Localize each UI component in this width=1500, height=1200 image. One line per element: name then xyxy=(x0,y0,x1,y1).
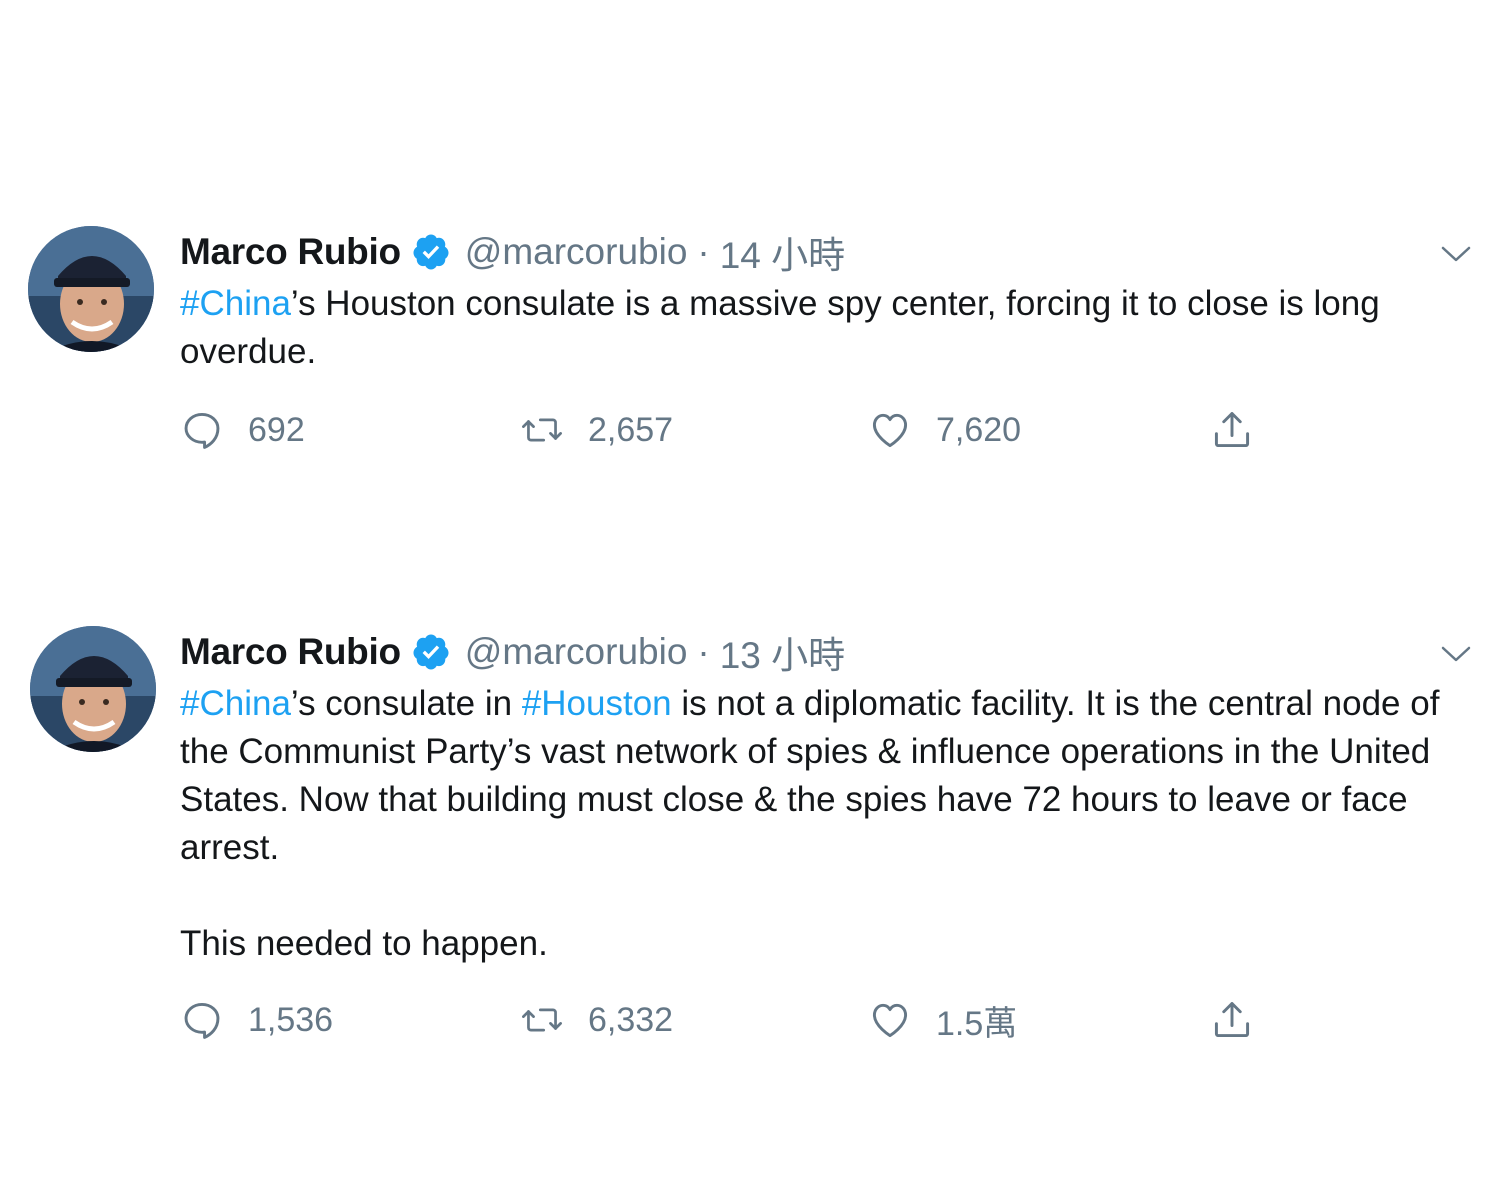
verified-badge-icon xyxy=(411,232,451,272)
reply-button[interactable]: 1,536 xyxy=(180,995,333,1045)
profile-photo-icon xyxy=(28,226,154,352)
share-icon xyxy=(1210,408,1254,452)
hashtag-link[interactable]: #Houston xyxy=(522,684,672,723)
tweet-text-segment: ’s consulate in xyxy=(290,684,522,723)
reply-count: 692 xyxy=(248,410,305,449)
retweet-button[interactable]: 6,332 xyxy=(520,995,673,1045)
retweet-count: 2,657 xyxy=(588,410,674,449)
avatar[interactable] xyxy=(28,226,154,352)
hashtag-link[interactable]: #China xyxy=(180,284,291,323)
reply-button[interactable]: 692 xyxy=(180,405,305,455)
timestamp[interactable]: 13 小時 xyxy=(720,625,845,679)
like-count: 1.5萬 xyxy=(936,1004,1018,1043)
heart-icon xyxy=(868,408,912,452)
chevron-down-icon[interactable] xyxy=(1438,236,1474,272)
like-button[interactable]: 1.5萬 xyxy=(868,995,1017,1045)
avatar[interactable] xyxy=(30,626,156,752)
separator-dot: · xyxy=(697,231,710,272)
author-handle[interactable]: @marcorubio xyxy=(465,631,688,673)
tweet-text: #China’s consulate in #Houston is not a … xyxy=(180,680,1470,968)
tweet-header: Marco Rubio @marcorubio · 14 小時 xyxy=(180,228,845,276)
reply-icon xyxy=(180,998,224,1042)
share-button[interactable] xyxy=(1210,995,1254,1045)
heart-icon xyxy=(868,998,912,1042)
author-name[interactable]: Marco Rubio xyxy=(180,231,401,273)
like-button[interactable]: 7,620 xyxy=(868,405,1021,455)
like-count: 7,620 xyxy=(936,410,1022,449)
author-handle[interactable]: @marcorubio xyxy=(465,231,688,273)
tweet-text-paragraph: This needed to happen. xyxy=(180,924,548,963)
retweet-icon xyxy=(520,408,564,452)
tweet-actions: 692 2,657 7,620 xyxy=(180,405,1280,455)
tweet-actions: 1,536 6,332 1.5萬 xyxy=(180,995,1280,1045)
paragraph-break xyxy=(180,872,1470,920)
separator-dot: · xyxy=(697,631,710,672)
profile-photo-icon xyxy=(30,626,156,752)
tweet-text: #China’s Houston consulate is a massive … xyxy=(180,280,1470,376)
retweet-icon xyxy=(520,998,564,1042)
chevron-down-icon[interactable] xyxy=(1438,636,1474,672)
author-name[interactable]: Marco Rubio xyxy=(180,631,401,673)
tweet-header: Marco Rubio @marcorubio · 13 小時 xyxy=(180,628,845,676)
reply-icon xyxy=(180,408,224,452)
retweet-count: 6,332 xyxy=(588,1000,674,1039)
share-button[interactable] xyxy=(1210,405,1254,455)
reply-count: 1,536 xyxy=(248,1000,334,1039)
timestamp[interactable]: 14 小時 xyxy=(720,225,845,279)
retweet-button[interactable]: 2,657 xyxy=(520,405,673,455)
hashtag-link[interactable]: #China xyxy=(180,684,291,723)
tweet-text-segment: ’s Houston consulate is a massive spy ce… xyxy=(180,284,1380,371)
verified-badge-icon xyxy=(411,632,451,672)
share-icon xyxy=(1210,998,1254,1042)
